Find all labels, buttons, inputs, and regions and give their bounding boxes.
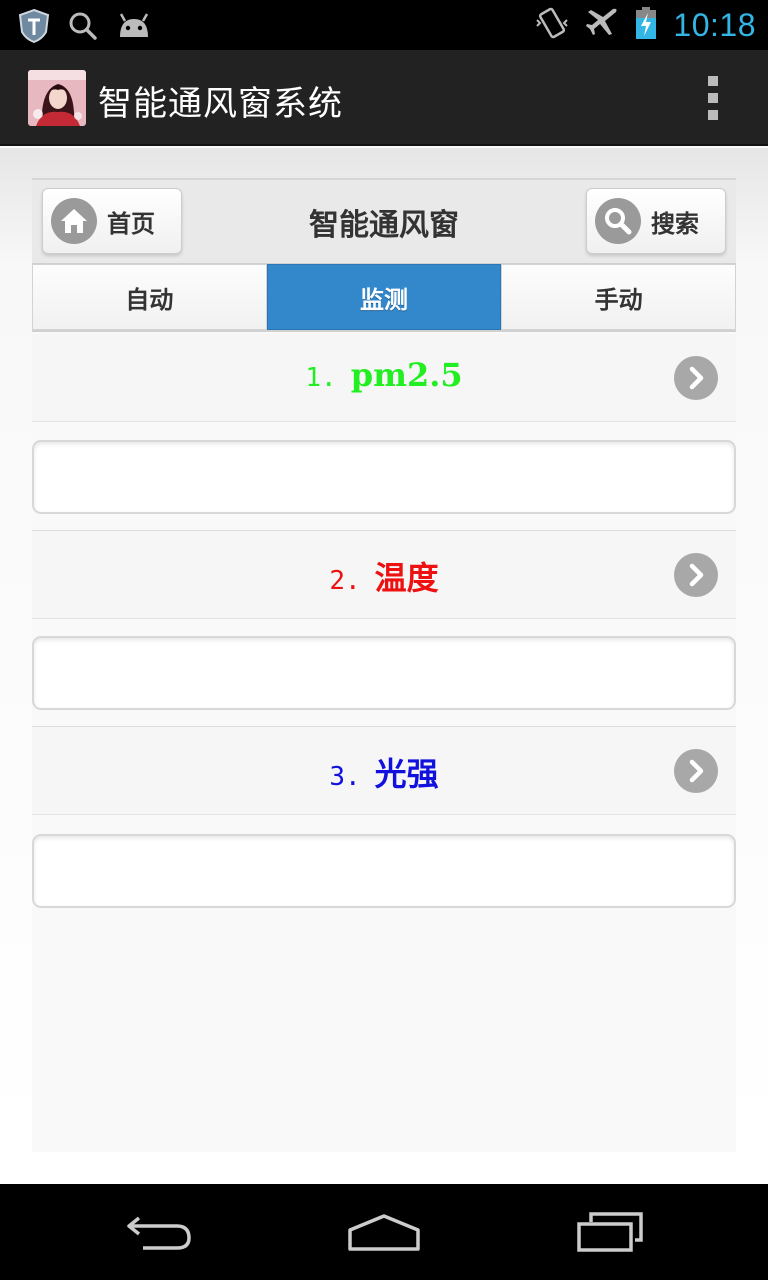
section-light-header[interactable]: 3. 光强 <box>32 727 736 815</box>
section-temperature-number: 2. <box>329 566 361 596</box>
chevron-right-icon[interactable] <box>674 356 718 400</box>
chevron-right-icon[interactable] <box>674 749 718 793</box>
airplane-icon <box>585 8 619 42</box>
temperature-value-field[interactable] <box>32 636 736 710</box>
search-icon <box>68 11 98 45</box>
overflow-menu-icon[interactable] <box>706 76 720 120</box>
app-title: 智能通风窗系统 <box>98 84 343 124</box>
section-temperature-label: 温度 <box>374 559 439 597</box>
page: 首页 智能通风窗 搜索 自动 监测 手动 1. pm2.5 2. 温度 3. 光… <box>32 178 737 1152</box>
section-pm25-title: 1. pm2.5 <box>32 356 736 394</box>
home-button[interactable]: 首页 <box>42 188 182 254</box>
light-value-field[interactable] <box>32 834 736 908</box>
home-button-label: 首页 <box>107 209 155 238</box>
home-icon <box>51 198 97 244</box>
clock: 10:18 <box>673 6 756 43</box>
search-button-label: 搜索 <box>651 209 699 238</box>
page-header: 首页 智能通风窗 搜索 <box>32 178 736 264</box>
search-icon <box>595 198 641 244</box>
section-pm25-number: 1. <box>305 363 337 393</box>
status-bar: 10:18 <box>0 0 768 50</box>
vibrate-icon <box>535 6 569 44</box>
section-light-label: 光强 <box>374 755 439 793</box>
section-temperature-title: 2. 温度 <box>32 553 736 599</box>
battery-charging-icon <box>635 6 657 44</box>
section-light-number: 3. <box>329 762 361 792</box>
section-pm25-header[interactable]: 1. pm2.5 <box>32 334 736 422</box>
tab-manual[interactable]: 手动 <box>501 264 737 330</box>
section-pm25-label: pm2.5 <box>350 356 463 394</box>
tab-auto[interactable]: 自动 <box>32 264 267 330</box>
section-light-title: 3. 光强 <box>32 749 736 795</box>
action-bar: 智能通风窗系统 <box>0 50 768 146</box>
tab-monitor[interactable]: 监测 <box>266 264 502 330</box>
search-button[interactable]: 搜索 <box>586 188 726 254</box>
back-icon[interactable] <box>110 1202 210 1262</box>
tab-bar: 自动 监测 手动 <box>32 264 737 332</box>
shield-icon <box>18 8 50 48</box>
chevron-right-icon[interactable] <box>674 553 718 597</box>
content-area: 首页 智能通风窗 搜索 自动 监测 手动 1. pm2.5 2. 温度 3. 光… <box>0 148 768 1184</box>
recent-apps-icon[interactable] <box>560 1202 660 1262</box>
section-temperature-header[interactable]: 2. 温度 <box>32 531 736 619</box>
home-icon[interactable] <box>334 1202 434 1262</box>
navigation-bar <box>0 1184 768 1280</box>
android-icon <box>116 11 152 45</box>
pm25-value-field[interactable] <box>32 440 736 514</box>
app-avatar-icon[interactable] <box>28 70 86 126</box>
